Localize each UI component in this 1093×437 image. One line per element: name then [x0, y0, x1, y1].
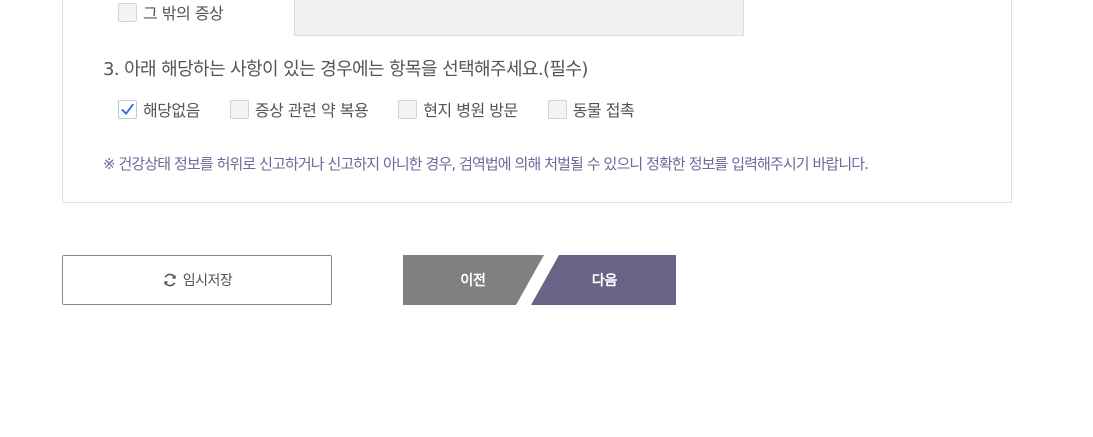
option-animal-contact-checkbox[interactable] [547, 99, 567, 119]
option-animal-contact-label: 동물 접촉 [572, 101, 635, 120]
option-none[interactable]: 해당없음 [118, 97, 200, 121]
refresh-icon [162, 272, 178, 288]
legal-notice: ※ 건강상태 정보를 허위로 신고하거나 신고하지 아니한 경우, 검역법에 의… [103, 155, 869, 173]
option-none-label: 해당없음 [143, 101, 200, 120]
option-hospital-visit-label: 현지 병원 방문 [423, 101, 518, 120]
question-3-title: 3. 아래 해당하는 사항이 있는 경우에는 항목을 선택해주세요.(필수) [103, 59, 588, 80]
option-hospital-visit-checkbox[interactable] [398, 99, 418, 119]
temp-save-label: 임시저장 [182, 273, 233, 289]
option-medication[interactable]: 증상 관련 약 복용 [229, 97, 369, 121]
other-symptom-input[interactable] [294, 0, 744, 36]
option-hospital-visit[interactable]: 현지 병원 방문 [398, 97, 518, 121]
other-symptom-label: 그 밖의 증상 [143, 4, 224, 23]
health-form-panel: 그 밖의 증상 3. 아래 해당하는 사항이 있는 경우에는 항목을 선택해주세… [62, 0, 1012, 203]
other-symptom-checkbox[interactable] [118, 2, 137, 22]
question-3-options: 해당없음 증상 관련 약 복용 현지 병원 방문 동물 접촉 [118, 97, 664, 121]
temp-save-button[interactable]: 임시저장 [62, 255, 332, 305]
option-none-checkbox[interactable] [118, 99, 137, 119]
other-symptom-row: 그 밖의 증상 [118, 0, 744, 36]
option-animal-contact[interactable]: 동물 접촉 [547, 97, 635, 121]
nav-buttons: 이전 다음 [403, 255, 676, 305]
check-icon [121, 103, 134, 115]
option-medication-checkbox[interactable] [229, 99, 249, 119]
option-medication-label: 증상 관련 약 복용 [254, 101, 369, 120]
next-button[interactable]: 다음 [533, 255, 676, 305]
prev-button[interactable]: 이전 [403, 255, 543, 305]
